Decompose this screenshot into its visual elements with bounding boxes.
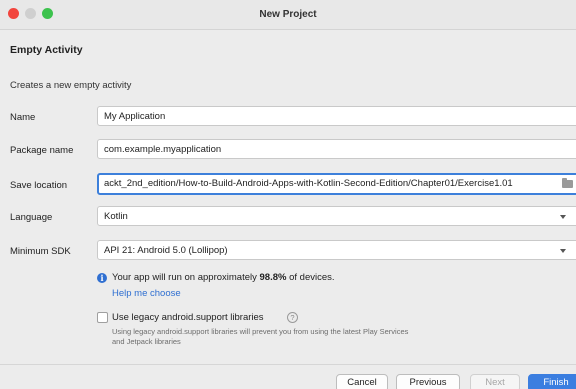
- name-label: Name: [10, 112, 36, 123]
- package-name-field-value: com.example.myapplication: [104, 144, 222, 155]
- legacy-support-description: Using legacy android.support libraries w…: [112, 327, 409, 346]
- finish-button[interactable]: Finish: [528, 374, 576, 389]
- title-bar: New Project: [0, 0, 576, 30]
- chevron-down-icon: [560, 215, 566, 219]
- help-me-choose-link[interactable]: Help me choose: [112, 288, 181, 299]
- minimum-sdk-select[interactable]: API 21: Android 5.0 (Lollipop): [97, 240, 576, 260]
- minimum-sdk-label: Minimum SDK: [10, 246, 71, 257]
- folder-icon[interactable]: [562, 178, 573, 188]
- legacy-support-label[interactable]: Use legacy android.support libraries: [112, 312, 264, 323]
- new-project-window: New Project Empty Activity Creates a new…: [0, 0, 576, 389]
- cancel-button[interactable]: Cancel: [336, 374, 388, 389]
- info-icon: i: [97, 273, 107, 283]
- package-name-label: Package name: [10, 145, 74, 156]
- previous-button[interactable]: Previous: [396, 374, 460, 389]
- package-name-field[interactable]: com.example.myapplication: [97, 139, 576, 159]
- next-button[interactable]: Next: [470, 374, 520, 389]
- name-field[interactable]: My Application: [97, 106, 576, 126]
- save-location-label: Save location: [10, 180, 68, 191]
- minimum-sdk-select-value: API 21: Android 5.0 (Lollipop): [104, 245, 228, 256]
- name-field-value: My Application: [104, 111, 166, 122]
- save-location-field[interactable]: ackt_2nd_edition/How-to-Build-Android-Ap…: [97, 173, 576, 195]
- chevron-down-icon: [560, 249, 566, 253]
- language-select-value: Kotlin: [104, 211, 128, 222]
- template-heading: Empty Activity: [10, 44, 83, 56]
- legacy-support-checkbox[interactable]: [97, 312, 108, 323]
- window-title: New Project: [259, 9, 317, 20]
- template-description: Creates a new empty activity: [10, 80, 132, 91]
- help-icon[interactable]: ?: [287, 312, 298, 323]
- save-location-field-value: ackt_2nd_edition/How-to-Build-Android-Ap…: [104, 178, 513, 189]
- device-coverage-percent: 98.8%: [259, 272, 287, 283]
- language-select[interactable]: Kotlin: [97, 206, 576, 226]
- language-label: Language: [10, 212, 53, 223]
- device-coverage-text: Your app will run on approximately 98.8%…: [112, 272, 335, 283]
